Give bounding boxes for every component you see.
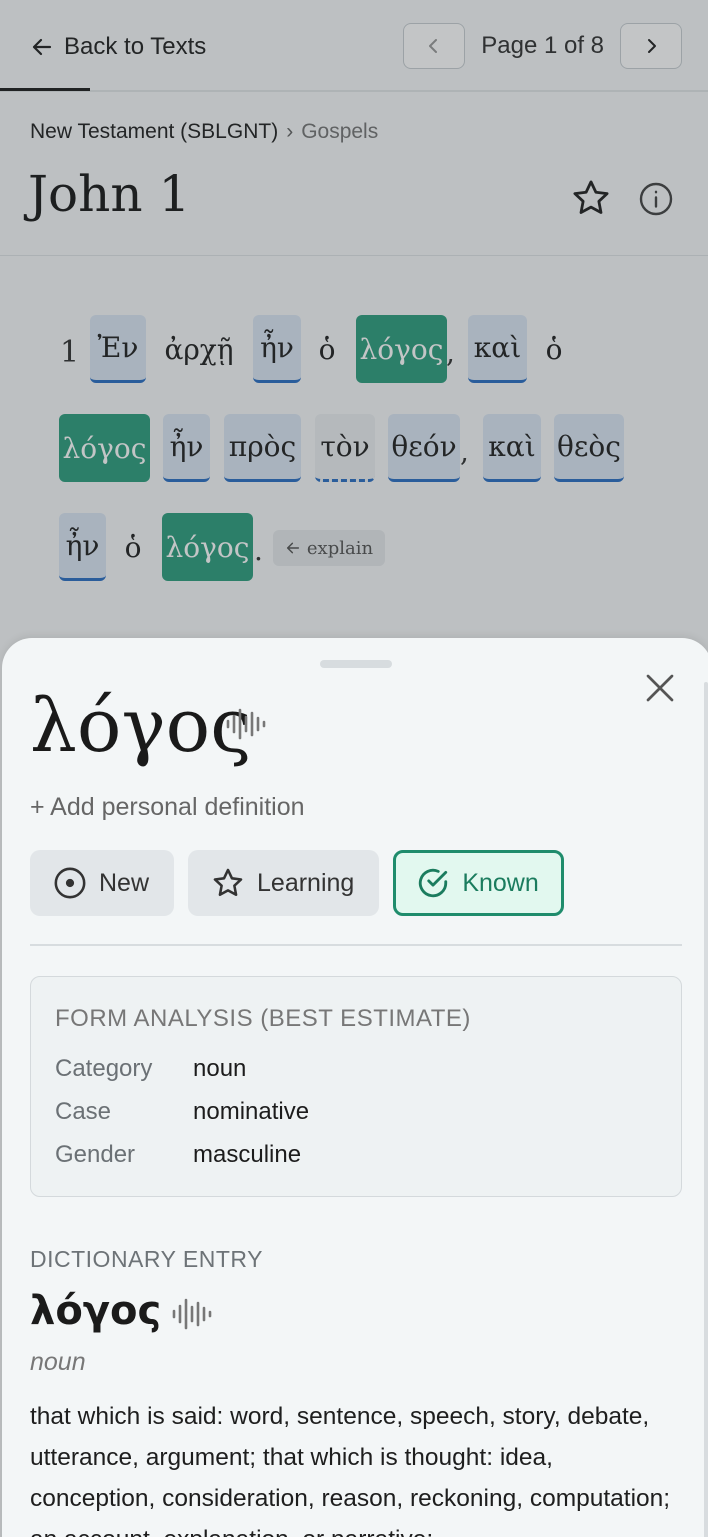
dictionary-definition: that which is said: word, sentence, spee… xyxy=(30,1403,671,1537)
status-new-label: New xyxy=(99,868,150,897)
dictionary-heading: DICTIONARY ENTRY xyxy=(30,1246,263,1272)
form-analysis-heading: FORM ANALYSIS (BEST ESTIMATE) xyxy=(55,1005,471,1032)
sheet-drag-handle[interactable] xyxy=(320,660,392,668)
part-of-speech: noun xyxy=(30,1348,86,1376)
dictionary-lemma: λόγος xyxy=(30,1288,162,1334)
analysis-value: masculine xyxy=(193,1141,302,1168)
analysis-key: Case xyxy=(55,1098,112,1125)
status-learning-button[interactable]: Learning xyxy=(188,850,380,916)
status-known-label: Known xyxy=(462,868,539,897)
analysis-value: noun xyxy=(193,1055,247,1082)
analysis-key: Category xyxy=(55,1055,153,1082)
analysis-row: Gender masculine xyxy=(55,1141,301,1169)
divider xyxy=(30,944,682,946)
status-learning-label: Learning xyxy=(257,868,355,897)
check-circle-icon xyxy=(419,868,448,898)
headword: λόγος xyxy=(30,683,252,769)
add-personal-definition-link[interactable]: + Add personal definition xyxy=(30,793,305,822)
status-known-button[interactable]: Known xyxy=(393,850,564,916)
word-detail-sheet: λόγος + Add personal definition New Lear… xyxy=(2,638,708,1537)
form-analysis-panel: FORM ANALYSIS (BEST ESTIMATE) Category n… xyxy=(30,976,682,1197)
close-icon[interactable] xyxy=(642,670,678,706)
star-outline-icon xyxy=(213,868,243,897)
audio-wave-icon[interactable] xyxy=(224,704,268,744)
circle-dot-icon xyxy=(54,867,86,899)
analysis-value: nominative xyxy=(193,1098,310,1125)
analysis-row: Category noun xyxy=(55,1055,246,1083)
audio-wave-icon[interactable] xyxy=(170,1294,214,1334)
word-status-selector: New Learning Known xyxy=(30,850,564,916)
status-new-button[interactable]: New xyxy=(30,850,175,916)
sheet-scrollbar[interactable] xyxy=(704,682,708,1537)
analysis-row: Case nominative xyxy=(55,1098,309,1126)
analysis-key: Gender xyxy=(55,1141,136,1168)
